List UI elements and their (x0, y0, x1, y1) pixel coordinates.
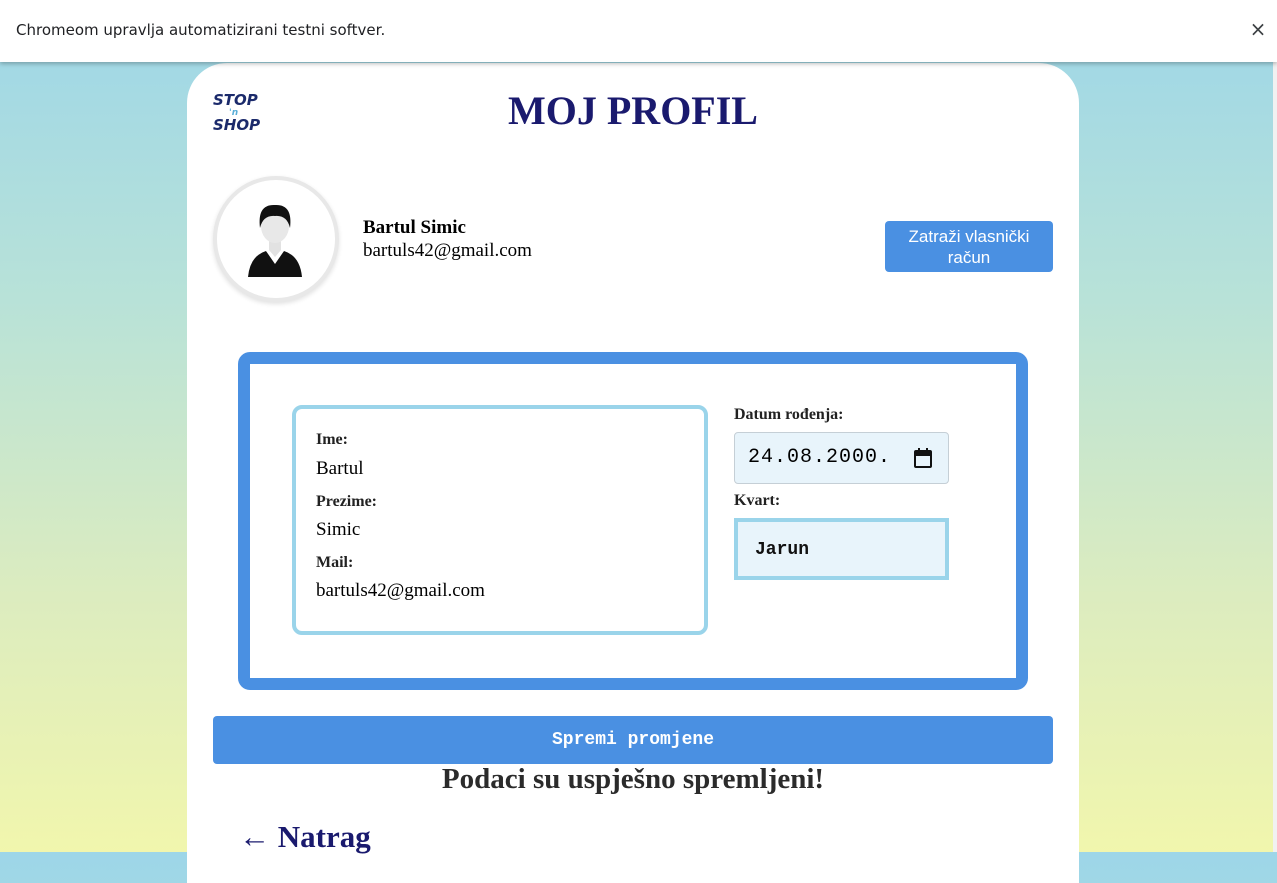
save-changes-button[interactable]: Spremi promjene (213, 716, 1053, 764)
first-name-value: Bartul (316, 458, 364, 479)
success-message: Podaci su uspješno spremljeni! (441, 763, 825, 795)
calendar-icon[interactable] (914, 448, 932, 468)
page-title: MOJ PROFIL (508, 88, 758, 133)
back-link[interactable]: ← Natrag (239, 819, 371, 855)
profile-email: bartuls42@gmail.com (363, 240, 532, 261)
first-name-label: Ime: (316, 431, 348, 448)
request-owner-account-button[interactable]: Zatraži vlasnički račun (885, 221, 1053, 272)
district-input[interactable]: Jarun (734, 518, 949, 580)
last-name-value: Simic (316, 519, 361, 540)
infobar-message: Chromeom upravlja automatizirani testni … (16, 21, 386, 39)
district-label: Kvart: (734, 492, 781, 509)
birth-date-value: 24.08.2000. (748, 446, 892, 469)
birth-date-input[interactable]: 24.08.2000. (734, 432, 949, 484)
avatar (213, 176, 339, 302)
mail-label: Mail: (316, 554, 354, 571)
mail-value: bartuls42@gmail.com (316, 580, 485, 601)
last-name-label: Prezime: (316, 493, 377, 510)
profile-card: STOP 'n SHOP MOJ PROFIL Bartul Simic bar… (187, 63, 1079, 883)
birth-date-label: Datum rođenja: (734, 406, 844, 423)
personal-info-box: Ime: Bartul Prezime: Simic Mail: bartuls… (292, 405, 708, 635)
scrollbar[interactable] (1273, 62, 1277, 852)
district-value: Jarun (755, 540, 810, 560)
user-avatar-icon (248, 204, 302, 277)
close-icon[interactable]: × (1247, 18, 1269, 40)
profile-name: Bartul Simic (363, 217, 466, 238)
automation-infobar: Chromeom upravlja automatizirani testni … (0, 0, 1277, 62)
profile-form: Ime: Bartul Prezime: Simic Mail: bartuls… (238, 352, 1028, 690)
